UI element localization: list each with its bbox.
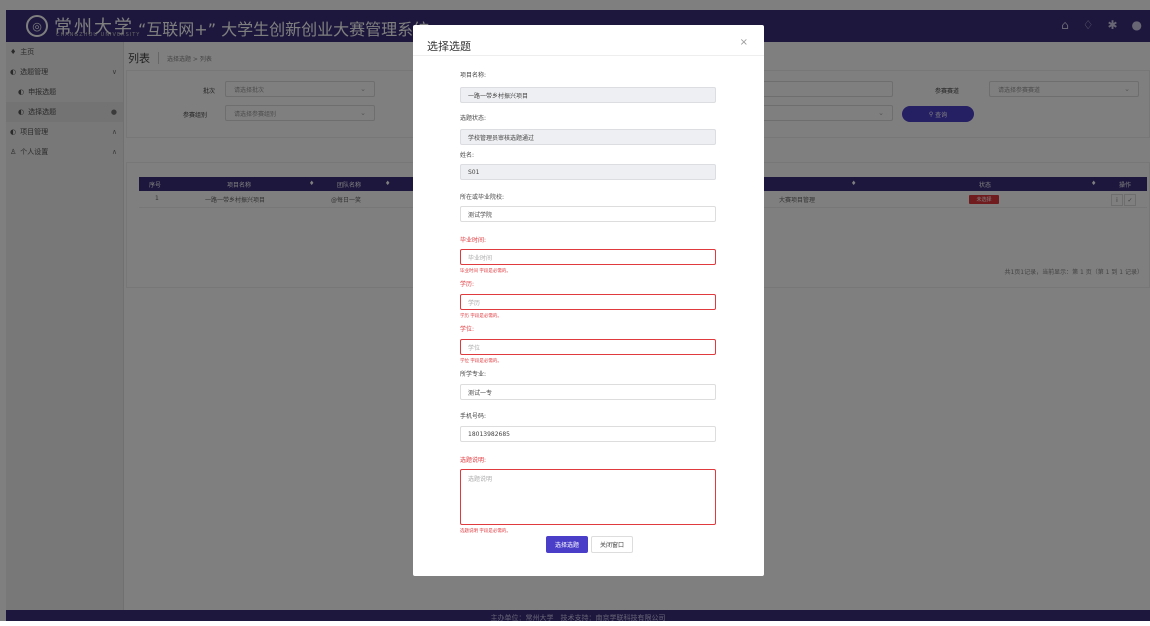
degree-field[interactable]: 学位 bbox=[460, 339, 716, 355]
phone-field[interactable]: 18013982685 bbox=[460, 426, 716, 442]
select-topic-button[interactable]: 选择选题 bbox=[546, 536, 588, 553]
degree-error: 学位 字段是必需的。 bbox=[460, 359, 502, 364]
major-label: 所学专业: bbox=[460, 371, 487, 378]
dialog-title: 选择选题 bbox=[427, 40, 471, 53]
project-name-label: 项目名称: bbox=[460, 72, 487, 79]
education-field[interactable]: 学历 bbox=[460, 294, 716, 310]
school-field[interactable]: 测试学院 bbox=[460, 206, 716, 222]
name-label: 姓名: bbox=[460, 152, 475, 159]
divider bbox=[413, 55, 764, 56]
description-error: 选题说明 字段是必需的。 bbox=[460, 529, 511, 534]
grad-time-error: 毕业时间 字段是必需的。 bbox=[460, 269, 511, 274]
description-label: 选题说明: bbox=[460, 457, 487, 464]
phone-label: 手机号码: bbox=[460, 413, 487, 420]
close-window-button[interactable]: 关闭窗口 bbox=[591, 536, 633, 553]
major-field[interactable]: 测试一专 bbox=[460, 384, 716, 400]
grad-time-label: 毕业时间: bbox=[460, 237, 487, 244]
close-icon[interactable]: × bbox=[740, 37, 748, 48]
name-field[interactable]: S01 bbox=[460, 164, 716, 180]
degree-label: 学位: bbox=[460, 326, 475, 333]
project-name-field[interactable]: 一路一带乡村振兴项目 bbox=[460, 87, 716, 103]
select-topic-dialog: 选择选题 × 项目名称: 一路一带乡村振兴项目 选题状态: 学校管理员审核选题通… bbox=[413, 25, 764, 576]
topic-status-field[interactable]: 学校管理员审核选题通过 bbox=[460, 129, 716, 145]
topic-status-label: 选题状态: bbox=[460, 115, 487, 122]
description-textarea[interactable]: 选题说明 bbox=[460, 469, 716, 525]
education-label: 学历: bbox=[460, 281, 475, 288]
grad-time-field[interactable]: 毕业时间 bbox=[460, 249, 716, 265]
school-label: 所在或毕业院校: bbox=[460, 194, 505, 201]
education-error: 学历 字段是必需的。 bbox=[460, 314, 502, 319]
